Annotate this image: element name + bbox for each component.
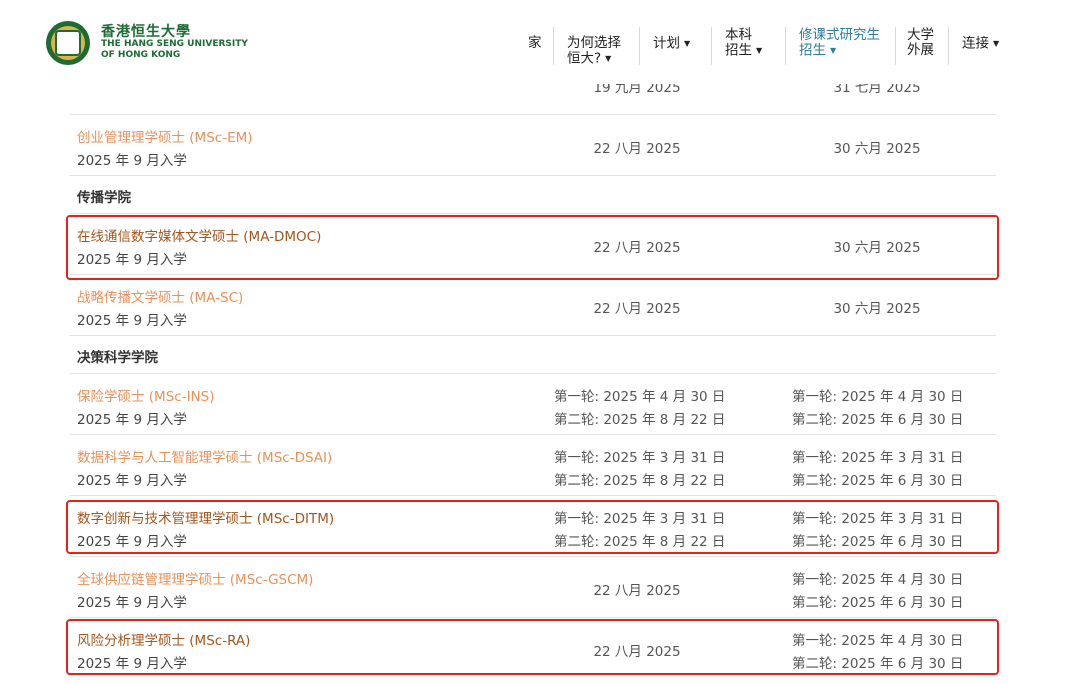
table-row: 创业管理理学硕士 (MSc-EM) 2025 年 9 月入学 22 八月 202… bbox=[70, 115, 996, 176]
nav-tpg-admission[interactable]: 修课式研究生 招生 ▼ bbox=[799, 28, 880, 59]
nav-programmes[interactable]: 计划 ▼ bbox=[653, 36, 690, 52]
nav-label: 修课式研究生 bbox=[799, 27, 880, 43]
caret-down-icon: ▼ bbox=[605, 54, 612, 63]
deadline-round-1: 第一轮: 2025 年 3 月 31 日 bbox=[554, 450, 726, 466]
site-header: 香港恒生大學 THE HANG SENG UNIVERSITY OF HONG … bbox=[0, 0, 1080, 84]
caret-down-icon: ▼ bbox=[756, 46, 763, 55]
table-row: 保险学硕士 (MSc-INS) 2025 年 9 月入学 第一轮: 2025 年… bbox=[70, 374, 996, 435]
brand-name-cn[interactable]: 香港恒生大學 bbox=[101, 21, 191, 41]
nav-divider bbox=[711, 27, 712, 65]
nav-label: 招生 bbox=[725, 42, 752, 59]
programme-link[interactable]: 创业管理理学硕士 (MSc-EM) bbox=[77, 126, 253, 146]
nav-label: 本科 bbox=[725, 27, 752, 43]
section-title: 决策科学学院 bbox=[77, 350, 158, 366]
caret-down-icon: ▼ bbox=[830, 46, 837, 55]
programme-link[interactable]: 全球供应链管理理学硕士 (MSc-GSCM) bbox=[77, 568, 313, 588]
programme-link[interactable]: 保险学硕士 (MSc-INS) bbox=[77, 385, 215, 405]
caret-down-icon: ▼ bbox=[993, 39, 1000, 48]
highlight-box-ma-dmoc bbox=[66, 215, 999, 280]
nav-divider bbox=[895, 27, 896, 65]
deadline-cell: 22 八月 2025 bbox=[593, 301, 681, 317]
nav-divider bbox=[639, 27, 640, 65]
nav-outreach[interactable]: 大学 外展 bbox=[907, 28, 934, 58]
table-row: 战略传播文学硕士 (MA-SC) 2025 年 9 月入学 22 八月 2025… bbox=[70, 275, 996, 336]
brand-name-en-line1[interactable]: THE HANG SENG UNIVERSITY bbox=[101, 39, 248, 49]
programme-link[interactable]: 战略传播文学硕士 (MA-SC) bbox=[77, 286, 243, 306]
intake-label: 2025 年 9 月入学 bbox=[77, 595, 187, 611]
deadline-cell: 30 六月 2025 bbox=[833, 141, 921, 157]
deadline-round-2: 第二轮: 2025 年 8 月 22 日 bbox=[554, 473, 726, 489]
nav-divider bbox=[553, 27, 554, 65]
nav-label: 恒大? bbox=[567, 50, 602, 67]
deadline-round-2: 第二轮: 2025 年 6 月 30 日 bbox=[792, 595, 964, 611]
section-heading: 决策科学学院 bbox=[70, 336, 996, 374]
intake-label: 2025 年 9 月入学 bbox=[77, 313, 187, 329]
logo-seal bbox=[55, 30, 81, 56]
nav-ug-admission[interactable]: 本科 招生 ▼ bbox=[725, 28, 762, 59]
nav-label: 为何选择 bbox=[567, 35, 621, 51]
deadline-cell: 30 六月 2025 bbox=[833, 301, 921, 317]
nav-label: 外展 bbox=[907, 42, 934, 58]
nav-connect[interactable]: 连接 ▼ bbox=[962, 36, 999, 52]
intake-label: 2025 年 9 月入学 bbox=[77, 153, 187, 169]
highlight-box-msc-ra bbox=[66, 619, 999, 675]
nav-divider bbox=[948, 27, 949, 65]
deadline-round-1: 第一轮: 2025 年 3 月 31 日 bbox=[792, 450, 964, 466]
table-row: 数据科学与人工智能理学硕士 (MSc-DSAI) 2025 年 9 月入学 第一… bbox=[70, 435, 996, 496]
deadline-round-2: 第二轮: 2025 年 8 月 22 日 bbox=[554, 412, 726, 428]
programme-link[interactable]: 数据科学与人工智能理学硕士 (MSc-DSAI) bbox=[77, 446, 332, 466]
university-logo[interactable] bbox=[46, 21, 90, 65]
nav-label: 计划 bbox=[653, 35, 680, 52]
nav-label: 连接 bbox=[962, 35, 989, 52]
brand-name-en-line2[interactable]: OF HONG KONG bbox=[101, 50, 180, 60]
highlight-box-msc-ditm bbox=[66, 500, 999, 554]
section-heading: 传播学院 bbox=[70, 176, 996, 214]
deadline-round-2: 第二轮: 2025 年 6 月 30 日 bbox=[792, 412, 964, 428]
nav-why-hsuhk[interactable]: 为何选择 恒大? ▼ bbox=[567, 36, 621, 67]
nav-divider bbox=[785, 27, 786, 65]
deadline-round-1: 第一轮: 2025 年 4 月 30 日 bbox=[792, 572, 964, 588]
caret-down-icon: ▼ bbox=[684, 39, 691, 48]
deadline-cell: 22 八月 2025 bbox=[593, 583, 681, 599]
intake-label: 2025 年 9 月入学 bbox=[77, 473, 187, 489]
section-title: 传播学院 bbox=[77, 190, 131, 206]
table-row: 全球供应链管理理学硕士 (MSc-GSCM) 2025 年 9 月入学 22 八… bbox=[70, 557, 996, 618]
deadline-round-2: 第二轮: 2025 年 6 月 30 日 bbox=[792, 473, 964, 489]
nav-label: 招生 bbox=[799, 42, 826, 59]
deadline-round-1: 第一轮: 2025 年 4 月 30 日 bbox=[554, 389, 726, 405]
nav-label: 大学 bbox=[907, 27, 934, 43]
nav-home[interactable]: 家 bbox=[528, 36, 542, 51]
intake-label: 2025 年 9 月入学 bbox=[77, 412, 187, 428]
deadline-cell: 22 八月 2025 bbox=[593, 141, 681, 157]
deadline-round-1: 第一轮: 2025 年 4 月 30 日 bbox=[792, 389, 964, 405]
